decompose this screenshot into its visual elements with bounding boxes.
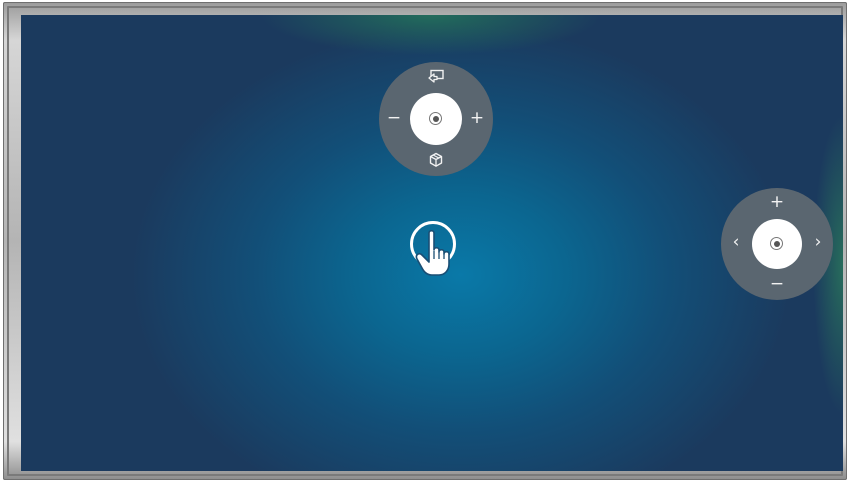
navigation-control-ring: + ‹ › − [721, 188, 833, 300]
nav-right-button[interactable]: › [809, 234, 827, 252]
zoom-control-ring: − + [379, 62, 493, 176]
select-dot-icon [770, 237, 783, 250]
select-dot-icon [429, 112, 442, 125]
nav-up-button[interactable]: + [768, 194, 786, 212]
zoom-out-button[interactable]: − [385, 110, 403, 128]
nav-center-button[interactable] [752, 219, 802, 269]
hand-pointer-icon [407, 220, 463, 280]
nav-left-button[interactable]: ‹ [727, 234, 745, 252]
nav-down-button[interactable]: − [768, 276, 786, 294]
tv-screen: − + + ‹ › − [21, 15, 843, 471]
zoom-center-button[interactable] [410, 93, 462, 145]
tv-frame: − + + ‹ › − [3, 2, 847, 480]
zoom-in-button[interactable]: + [468, 110, 486, 128]
cube-3d-icon[interactable] [427, 152, 445, 170]
screen-pointer-icon[interactable] [427, 69, 445, 87]
